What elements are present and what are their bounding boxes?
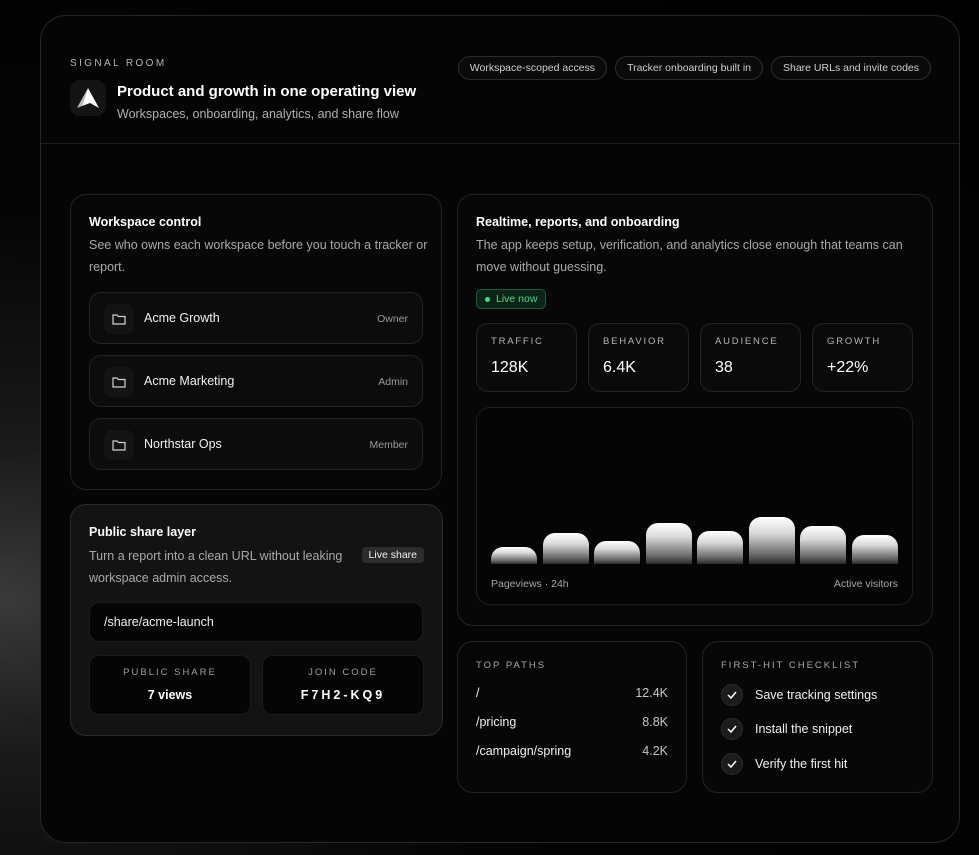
path-row[interactable]: /campaign/spring 4.2K xyxy=(476,744,668,758)
public-share-box: PUBLIC SHARE 7 views xyxy=(89,655,251,715)
join-code-label: JOIN CODE xyxy=(308,667,378,678)
public-share-label: PUBLIC SHARE xyxy=(123,667,217,678)
workspace-item-northstar-ops[interactable]: Northstar Ops Member xyxy=(89,418,423,470)
metric-value: +22% xyxy=(827,359,869,376)
check-icon xyxy=(721,718,743,740)
metric-label: AUDIENCE xyxy=(715,336,779,347)
metric-value: 38 xyxy=(715,359,733,376)
workspace-item-acme-growth[interactable]: Acme Growth Owner xyxy=(89,292,423,344)
chart-right-label: Active visitors xyxy=(833,578,898,590)
checklist-card: FIRST-HIT CHECKLIST Save tracking settin… xyxy=(702,641,933,793)
brand-eyebrow: SIGNAL ROOM xyxy=(70,58,167,69)
feature-pills: Workspace-scoped access Tracker onboardi… xyxy=(457,56,931,80)
chart-bar xyxy=(491,547,537,564)
chart-left-label: Pageviews · 24h xyxy=(491,578,569,590)
checklist-label: FIRST-HIT CHECKLIST xyxy=(721,660,861,671)
live-now-badge: Live now xyxy=(476,289,547,309)
checklist-text: Save tracking settings xyxy=(755,688,878,702)
metric-label: TRAFFIC xyxy=(491,336,544,347)
checklist-text: Verify the first hit xyxy=(755,757,848,771)
chart-bar xyxy=(851,535,898,564)
workspace-card: Workspace control See who owns each work… xyxy=(70,194,442,490)
checklist-item-save-settings[interactable]: Save tracking settings xyxy=(721,684,877,706)
workspace-name: Northstar Ops xyxy=(144,437,222,451)
workspace-name: Acme Growth xyxy=(144,311,220,325)
workspace-role: Member xyxy=(369,439,408,451)
chart-bar xyxy=(748,517,795,564)
public-share-value: 7 views xyxy=(147,688,193,702)
workspace-role: Admin xyxy=(378,376,408,388)
live-now-label: Live now xyxy=(496,293,538,305)
workspace-title: Workspace control xyxy=(89,215,202,229)
chart-bar xyxy=(542,533,589,564)
join-code-value: F7H2-KQ9 xyxy=(300,688,386,702)
path-value: 4.2K xyxy=(642,744,668,758)
chart-bar xyxy=(594,541,640,564)
share-card: Public share layer Turn a report into a … xyxy=(70,504,443,736)
chart-bar xyxy=(697,531,743,564)
share-title: Public share layer xyxy=(89,525,197,539)
metric-label: BEHAVIOR xyxy=(603,336,666,347)
path-value: 8.8K xyxy=(642,715,668,729)
path-row[interactable]: /pricing 8.8K xyxy=(476,715,668,729)
path-name: /pricing xyxy=(476,715,517,729)
app-header: SIGNAL ROOM Product and growth in one op… xyxy=(41,16,959,144)
chart-bar xyxy=(800,526,846,564)
metric-growth: GROWTH +22% xyxy=(812,323,913,392)
folder-icon xyxy=(104,367,134,397)
share-url-field[interactable]: /share/acme-launch xyxy=(89,602,423,642)
metric-behavior: BEHAVIOR 6.4K xyxy=(588,323,689,392)
checklist-item-verify-hit[interactable]: Verify the first hit xyxy=(721,753,847,775)
workspace-role: Owner xyxy=(377,313,408,325)
workspace-item-acme-marketing[interactable]: Acme Marketing Admin xyxy=(89,355,423,407)
realtime-title: Realtime, reports, and onboarding xyxy=(476,215,680,229)
share-description: Turn a report into a clean URL without l… xyxy=(89,549,343,585)
path-name: / xyxy=(476,686,480,700)
metric-label: GROWTH xyxy=(827,336,882,347)
page-title: Product and growth in one operating view xyxy=(117,83,417,100)
realtime-card: Realtime, reports, and onboarding The ap… xyxy=(457,194,933,626)
check-icon xyxy=(721,753,743,775)
metric-value: 6.4K xyxy=(603,359,636,376)
metric-value: 128K xyxy=(491,359,529,376)
top-paths-label: TOP PATHS xyxy=(476,660,547,671)
pageviews-chart: Pageviews · 24h Active visitors xyxy=(476,407,913,605)
live-dot-icon xyxy=(485,296,490,302)
path-row[interactable]: / 12.4K xyxy=(476,686,668,700)
top-paths-card: TOP PATHS / 12.4K /pricing 8.8K /campaig… xyxy=(457,641,687,793)
check-icon xyxy=(721,684,743,706)
checklist-text: Install the snippet xyxy=(755,722,853,736)
metric-audience: AUDIENCE 38 xyxy=(700,323,801,392)
metric-traffic: TRAFFIC 128K xyxy=(476,323,577,392)
folder-icon xyxy=(104,430,134,460)
path-name: /campaign/spring xyxy=(476,744,572,758)
checklist-item-install-snippet[interactable]: Install the snippet xyxy=(721,718,852,740)
logo-icon xyxy=(70,80,106,116)
pill-tracker-onboarding: Tracker onboarding built in xyxy=(615,56,763,80)
folder-icon xyxy=(104,304,134,334)
path-value: 12.4K xyxy=(635,686,668,700)
chart-bar xyxy=(645,523,692,564)
app-frame: SIGNAL ROOM Product and growth in one op… xyxy=(40,15,960,843)
page-subtitle: Workspaces, onboarding, analytics, and s… xyxy=(117,107,399,121)
pill-share-urls: Share URLs and invite codes xyxy=(771,56,931,80)
workspace-name: Acme Marketing xyxy=(144,374,235,388)
join-code-box[interactable]: JOIN CODE F7H2-KQ9 xyxy=(262,655,424,715)
realtime-description: The app keeps setup, verification, and a… xyxy=(476,238,903,274)
workspace-description: See who owns each workspace before you t… xyxy=(89,238,428,274)
live-share-badge: Live share xyxy=(361,547,424,563)
pill-workspace-access: Workspace-scoped access xyxy=(457,56,608,80)
